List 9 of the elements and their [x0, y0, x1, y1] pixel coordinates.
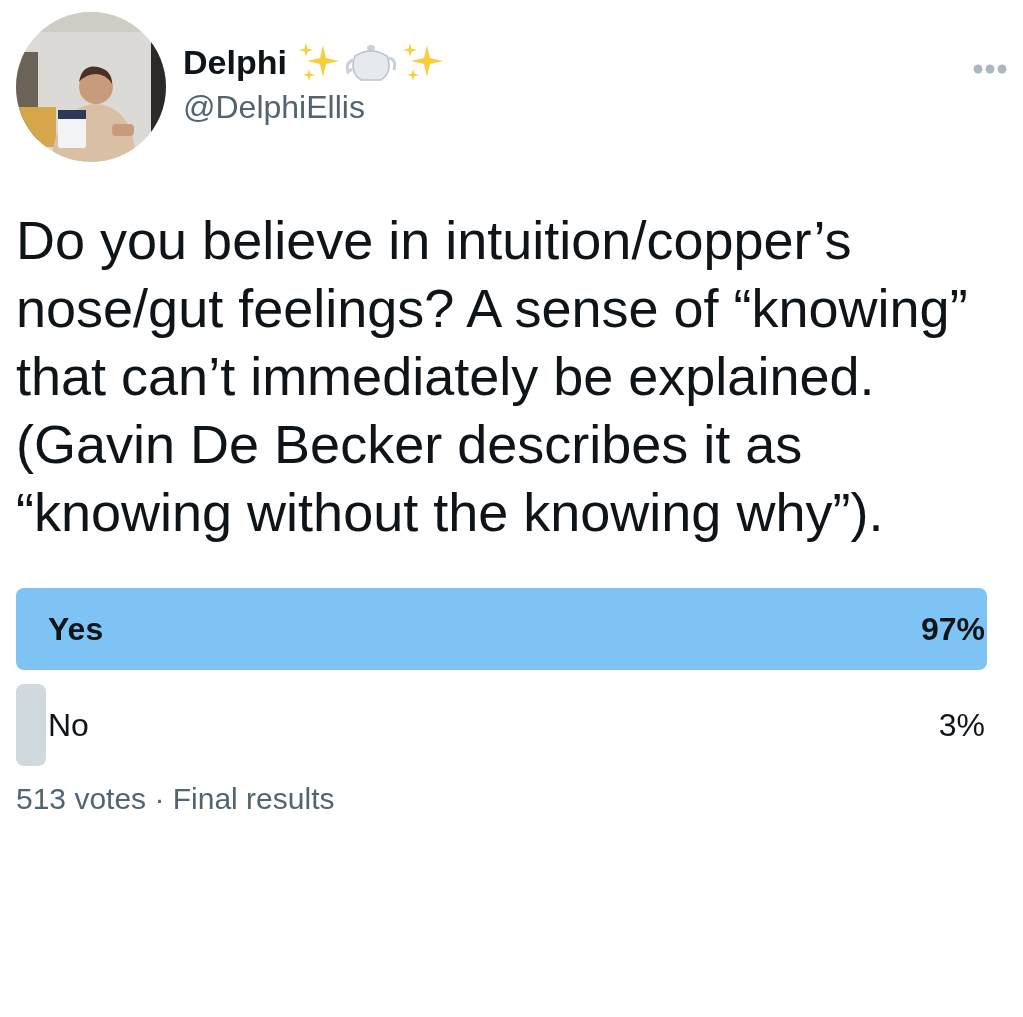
option-label: No	[48, 706, 89, 744]
tweet-text: Do you believe in intuition/copper’s nose/gut feelings? A sense of “knowing” that can’t immediately be explained. (Gavin De Becker describes it as “knowing without the knowing why”).	[15, 209, 969, 544]
option-percent: 97%	[920, 610, 985, 648]
option-label: Yes	[48, 610, 104, 648]
more-icon[interactable]	[973, 64, 1007, 74]
author-name[interactable]: Delphi	[183, 43, 287, 82]
option-percent: 3%	[938, 706, 985, 744]
author-handle[interactable]: @DelphiEllis	[183, 88, 956, 126]
poll-summary: 513 votes · Final results	[15, 781, 336, 817]
